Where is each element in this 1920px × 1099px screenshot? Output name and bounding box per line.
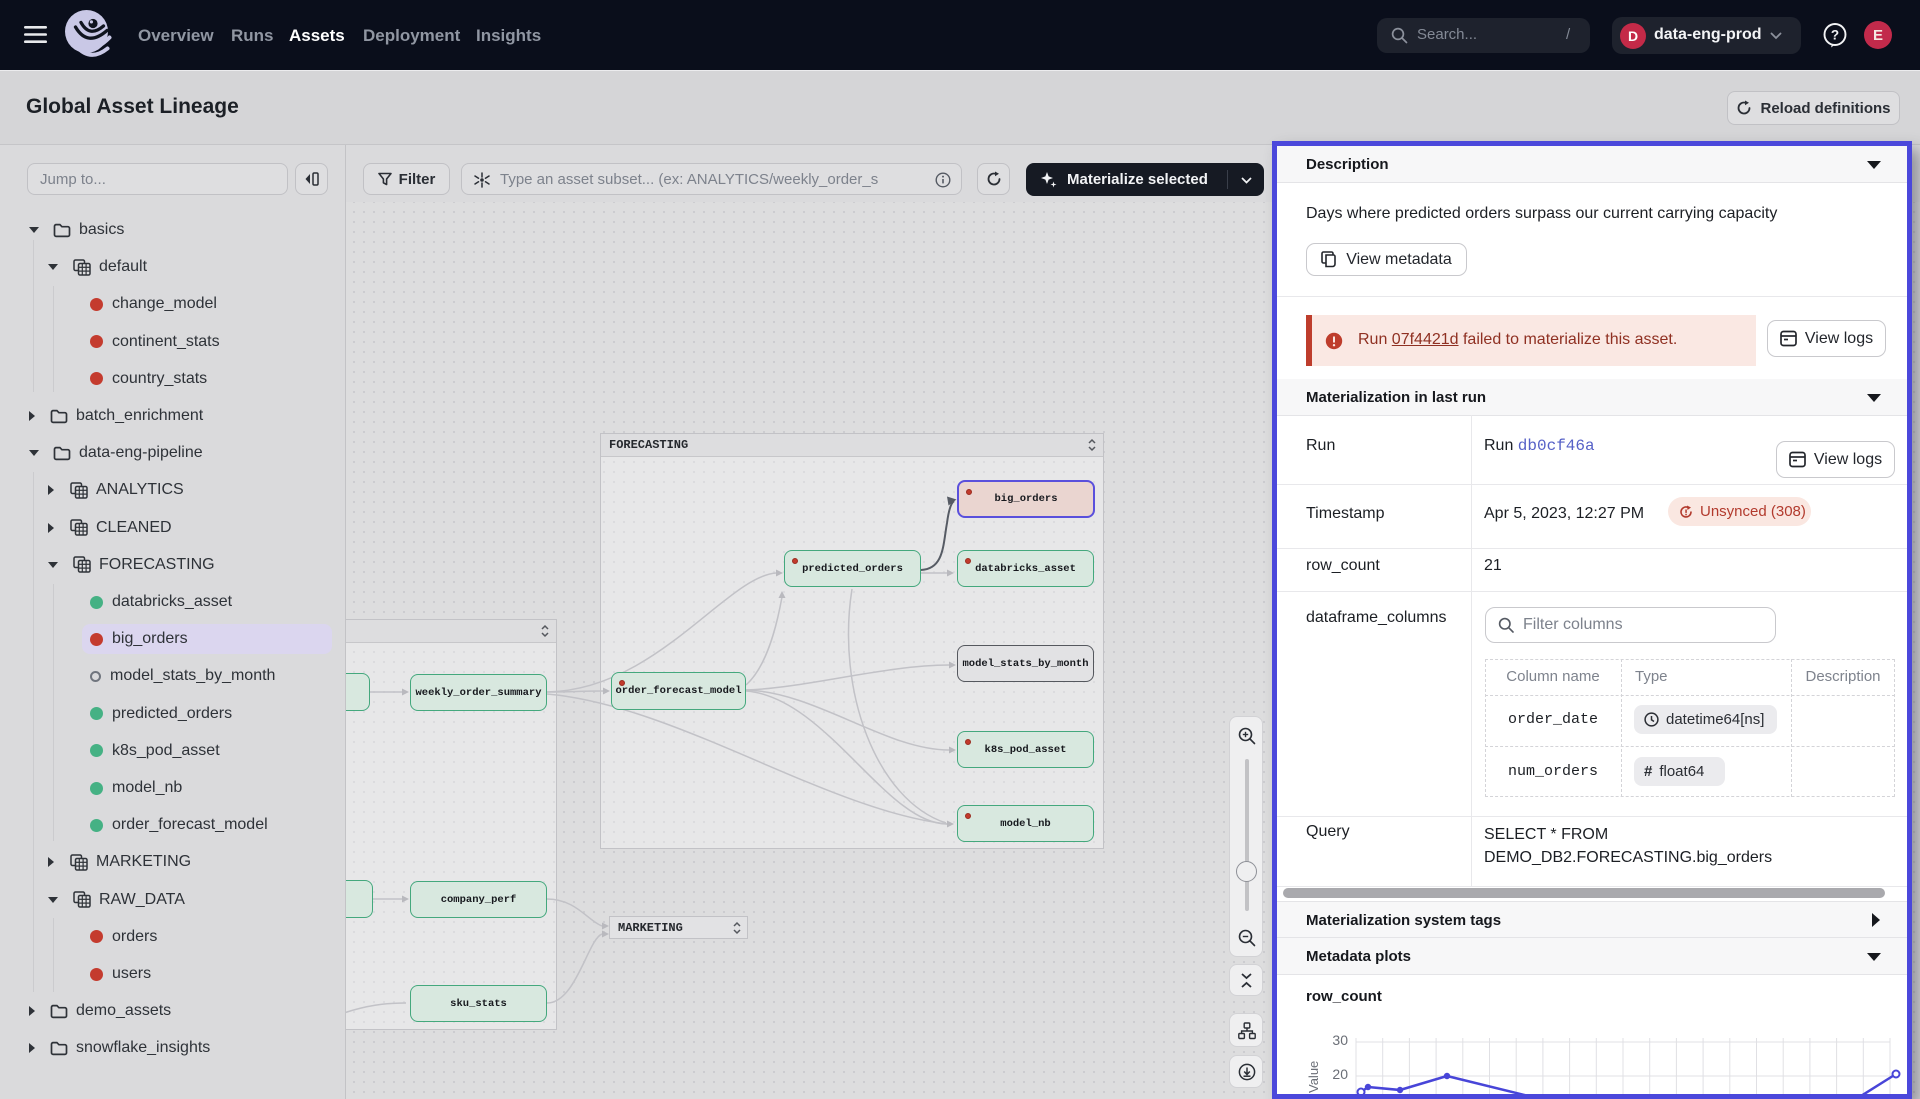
svg-text:30: 30 xyxy=(1332,1032,1348,1048)
svg-text:10: 10 xyxy=(1332,1092,1348,1099)
svg-text:20: 20 xyxy=(1332,1066,1348,1082)
svg-text:Value: Value xyxy=(1306,1061,1321,1093)
svg-text:?: ? xyxy=(1831,27,1839,42)
